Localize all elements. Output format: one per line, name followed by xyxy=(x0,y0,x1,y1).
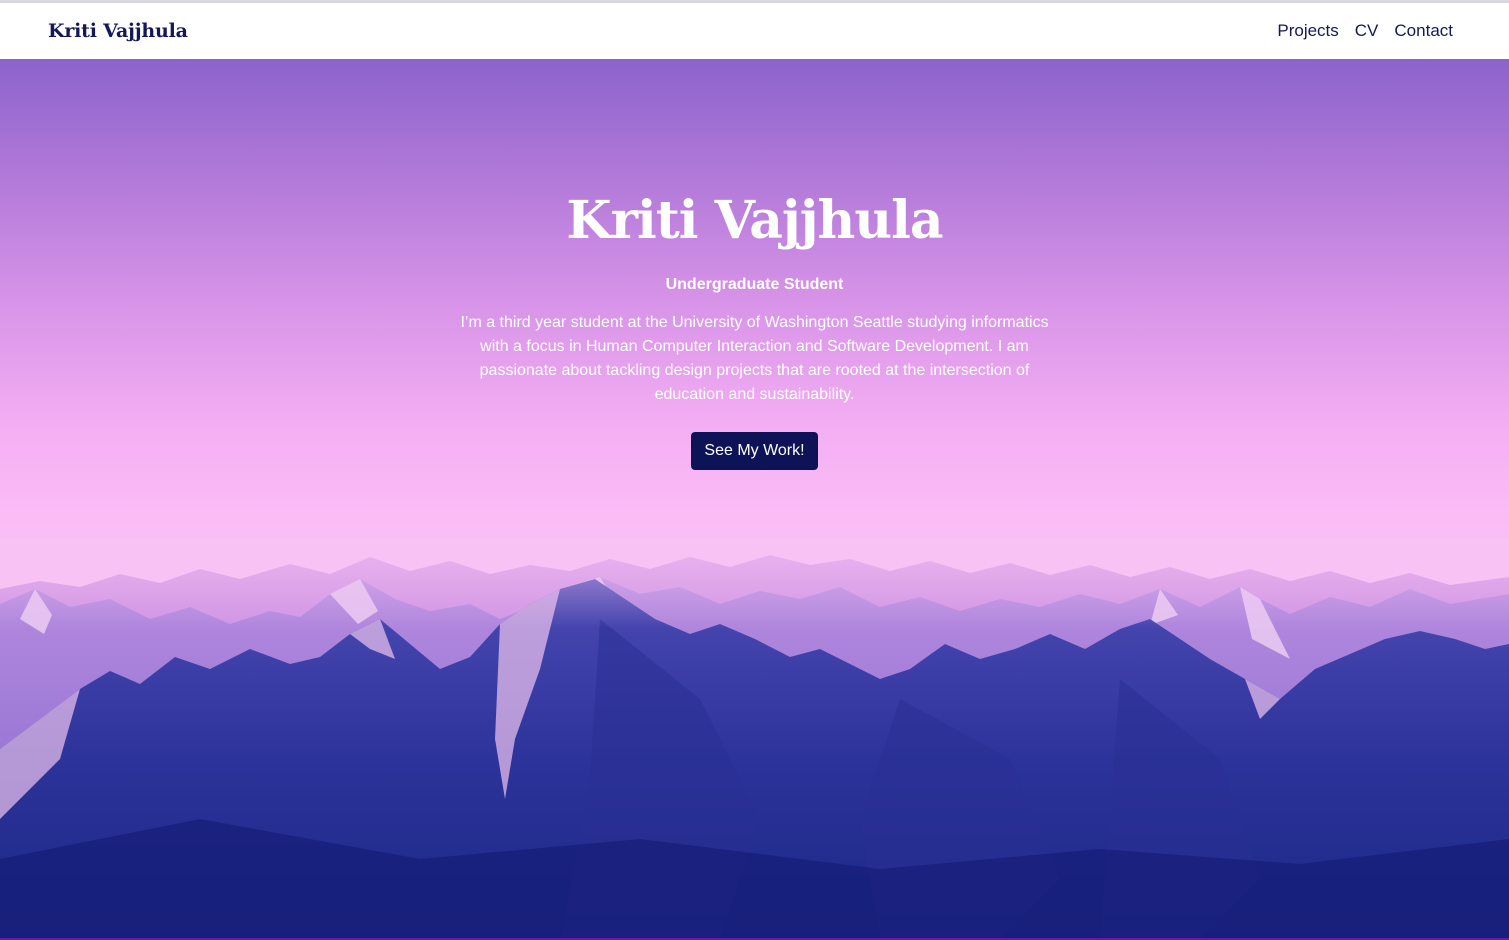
navbar: Kriti Vajjhula Projects CV Contact xyxy=(0,3,1509,59)
nav-link-cv[interactable]: CV xyxy=(1355,21,1379,41)
see-my-work-button[interactable]: See My Work! xyxy=(691,432,818,470)
hero-title: Kriti Vajjhula xyxy=(566,190,943,251)
hero-section: Kriti Vajjhula Undergraduate Student I’m… xyxy=(0,59,1509,940)
hero-content: Kriti Vajjhula Undergraduate Student I’m… xyxy=(0,59,1509,470)
hero-bio: I’m a third year student at the Universi… xyxy=(460,314,1049,403)
page: Kriti Vajjhula Projects CV Contact Kriti… xyxy=(0,0,1509,940)
brand-logo-link[interactable]: Kriti Vajjhula xyxy=(48,20,188,42)
hero-subtitle: Undergraduate Student xyxy=(665,276,844,293)
nav-link-projects[interactable]: Projects xyxy=(1277,21,1338,41)
nav-link-contact[interactable]: Contact xyxy=(1394,21,1453,41)
nav-links: Projects CV Contact xyxy=(1277,21,1453,41)
